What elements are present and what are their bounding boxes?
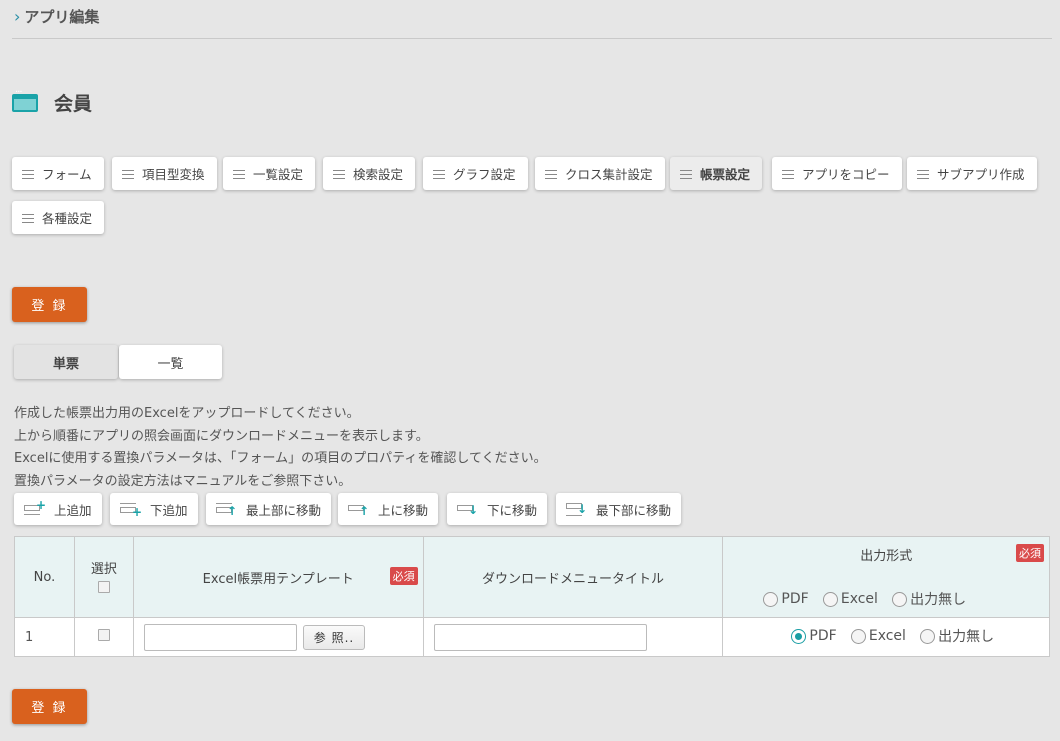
button-label: 上に移動 [378,502,429,518]
nav-label: サブアプリ作成 [937,167,1025,182]
table-header-row: No. 選択 Excel帳票用テンプレート 必須 ダウンロードメニュータイトル … [14,536,1050,618]
template-file-input[interactable] [143,623,297,651]
nav-list-settings-button[interactable]: 一覧設定 [223,157,316,190]
row-output-format-cell: PDF Excel 出力無し [722,617,1050,657]
bulk-output-format-radios: PDF Excel 出力無し [723,589,1049,611]
required-badge: 必須 [389,567,418,585]
nav-search-settings-button[interactable]: 検索設定 [323,157,416,190]
move-down-button[interactable]: ↓ 下に移動 [447,493,548,525]
nav-graph-settings-button[interactable]: グラフ設定 [423,157,528,190]
tab-single-form[interactable]: 単票 [14,345,118,379]
chevron-right-icon: › [14,7,21,26]
instruction-line: 上から順番にアプリの照会画面にダウンロードメニューを表示します。 [14,428,429,444]
report-template-table: No. 選択 Excel帳票用テンプレート 必須 ダウンロードメニュータイトル … [14,536,1050,657]
header-output-format-label: 出力形式 [860,549,913,564]
bulk-radio-none[interactable]: 出力無し [892,589,966,609]
nav-label: フォーム [42,167,92,182]
list-icon [22,213,34,223]
radio-none[interactable]: 出力無し [920,626,994,646]
nav-label: グラフ設定 [453,167,516,182]
move-up-icon: ↑ [348,501,369,517]
nav-label: アプリをコピー [802,167,890,182]
nav-label: 項目型変換 [142,167,205,182]
radio-pdf[interactable]: PDF [791,628,837,644]
nav-field-type-convert-button[interactable]: 項目型変換 [112,157,217,190]
nav-label: 検索設定 [353,167,404,182]
bulk-radio-excel[interactable]: Excel [822,591,878,607]
move-to-bottom-button[interactable]: ↓ 最下部に移動 [556,493,682,525]
move-up-button[interactable]: ↑ 上に移動 [338,493,439,525]
add-above-button[interactable]: + 上追加 [14,493,102,525]
breadcrumb[interactable]: › アプリ編集 [14,6,99,27]
app-window-icon [12,87,38,112]
nav-create-subapp-button[interactable]: サブアプリ作成 [907,157,1037,190]
nav-label: クロス集計設定 [565,167,653,182]
move-top-icon: ↑ [216,501,237,517]
register-button-bottom[interactable]: 登 録 [12,689,87,724]
list-icon [233,169,245,179]
divider [12,38,1052,39]
list-icon [122,169,134,179]
menu-title-input[interactable] [433,623,647,651]
nav-report-settings-button[interactable]: 帳票設定 [670,157,763,190]
list-icon [782,169,794,179]
page-title: 会員 [12,87,93,116]
row-menu-title-cell [422,617,724,657]
list-icon [545,169,557,179]
row-select-cell [73,617,134,657]
table-row: 1 参 照.. PDF Excel 出力無し [14,617,1050,657]
header-select: 選択 [73,536,134,618]
breadcrumb-label: アプリ編集 [24,8,100,26]
header-template: Excel帳票用テンプレート 必須 [132,536,424,618]
nav-form-button[interactable]: フォーム [12,157,104,190]
nav-label: 帳票設定 [700,167,751,182]
nav-label: 一覧設定 [253,167,304,182]
tab-list[interactable]: 一覧 [119,345,222,379]
button-label: 下追加 [150,502,188,518]
button-label: 最上部に移動 [246,502,322,518]
browse-button[interactable]: 参 照.. [302,624,366,650]
move-to-top-button[interactable]: ↑ 最上部に移動 [206,493,332,525]
header-select-label: 選択 [90,561,117,577]
instructions: 作成した帳票出力用のExcelをアップロードしてください。 上から順番にアプリの… [14,403,547,493]
select-all-checkbox[interactable] [97,580,110,593]
nav-misc-settings-button[interactable]: 各種設定 [12,201,105,234]
row-no: 1 [14,617,75,657]
instruction-line: Excelに使用する置換パラメータは、「フォーム」の項目のプロパティを確認してく… [14,451,547,466]
button-label: 最下部に移動 [596,502,672,518]
row-select-checkbox[interactable] [97,629,110,641]
move-bottom-icon: ↓ [566,501,587,517]
list-icon [433,169,445,179]
page-title-text: 会員 [54,93,93,115]
move-down-icon: ↓ [457,501,478,517]
instruction-line: 作成した帳票出力用のExcelをアップロードしてください。 [14,406,360,421]
nav-copy-app-button[interactable]: アプリをコピー [772,157,902,190]
nav-crosstab-settings-button[interactable]: クロス集計設定 [535,157,665,190]
register-button-top[interactable]: 登 録 [12,287,87,322]
list-icon [917,169,929,179]
required-badge: 必須 [1016,544,1044,562]
add-below-button[interactable]: + 下追加 [110,493,198,525]
header-menu-title: ダウンロードメニュータイトル [422,536,724,618]
button-label: 下に移動 [487,502,538,518]
bulk-radio-pdf[interactable]: PDF [763,591,809,607]
list-icon [333,169,345,179]
instruction-line: 置換パラメータの設定方法はマニュアルをご参照下さい。 [14,473,352,489]
row-template-cell: 参 照.. [132,617,424,657]
list-icon [22,169,34,179]
add-row-above-icon: + [24,499,46,517]
header-output-format: 出力形式 必須 PDF Excel 出力無し [722,536,1050,618]
radio-excel[interactable]: Excel [850,628,906,644]
list-icon [680,169,692,179]
nav-label: 各種設定 [42,211,93,226]
header-no: No. [14,536,75,618]
header-template-label: Excel帳票用テンプレート [202,571,354,587]
button-label: 上追加 [54,502,92,518]
add-row-below-icon: + [120,501,142,518]
